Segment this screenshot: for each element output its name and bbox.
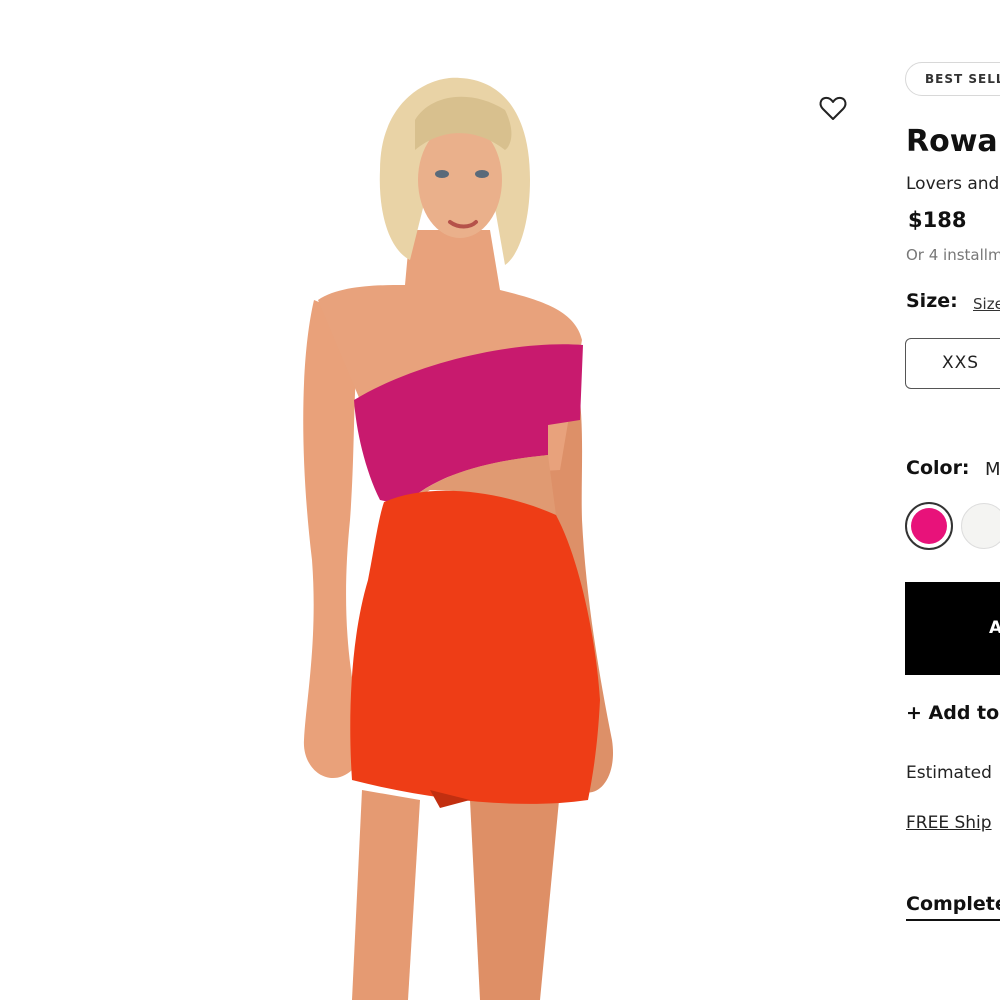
add-to-bag-button[interactable]: A <box>905 582 1000 675</box>
color-swatch-pink-fill <box>911 508 947 544</box>
free-shipping-link[interactable]: FREE Ship <box>906 813 992 833</box>
product-info-panel: BEST SELLER Rowan Lovers and Friends $18… <box>905 0 1000 1000</box>
add-to-wishlist-link[interactable]: + Add to <box>906 702 999 724</box>
color-value: M <box>985 459 1000 480</box>
size-label: Size: <box>906 290 958 312</box>
color-label: Color: <box>906 457 970 479</box>
size-option-xxs[interactable]: XXS <box>905 338 1000 389</box>
installments-text: Or 4 installments <box>906 246 1000 264</box>
product-title: Rowan <box>906 124 1000 159</box>
color-swatch-pink[interactable] <box>905 502 953 550</box>
color-swatch-white[interactable] <box>961 503 1000 549</box>
best-seller-badge: BEST SELLER <box>905 62 1000 96</box>
product-price: $188 <box>908 208 967 232</box>
heart-outline-icon[interactable] <box>818 94 848 122</box>
size-guide-link[interactable]: Size Guide <box>973 295 1000 313</box>
estimated-delivery-text: Estimated <box>906 763 992 783</box>
brand-link[interactable]: Lovers and Friends <box>906 174 1000 194</box>
product-page: BEST SELLER Rowan Lovers and Friends $18… <box>0 0 1000 1000</box>
complete-the-look-tab[interactable]: Complete <box>906 893 1000 921</box>
product-image <box>0 0 880 1000</box>
